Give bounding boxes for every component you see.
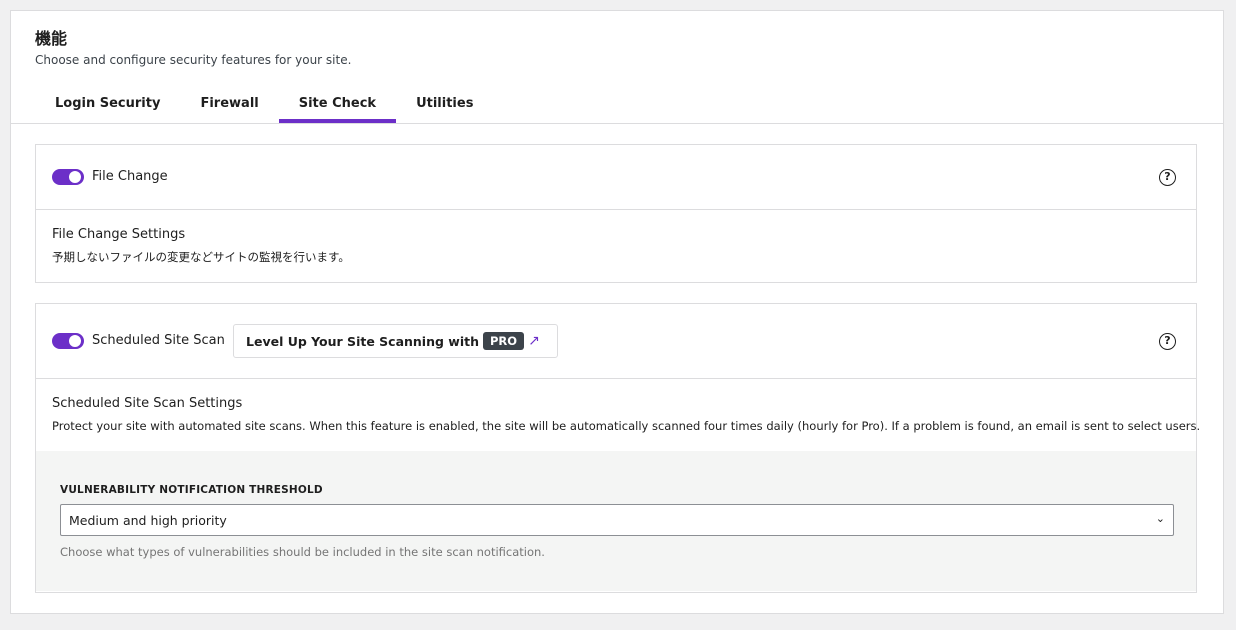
tab-firewall[interactable]: Firewall bbox=[180, 91, 278, 123]
scheduled-scan-label: Scheduled Site Scan bbox=[92, 333, 225, 348]
tab-utilities[interactable]: Utilities bbox=[396, 91, 493, 123]
threshold-section: VULNERABILITY NOTIFICATION THRESHOLD Med… bbox=[36, 451, 1196, 591]
toggle-knob bbox=[69, 171, 81, 183]
tab-divider bbox=[11, 123, 1223, 124]
threshold-select[interactable]: Medium and high priority ⌄ bbox=[60, 504, 1174, 536]
scheduled-scan-settings: Scheduled Site Scan Settings Protect you… bbox=[36, 379, 1201, 450]
features-panel: 機能 Choose and configure security feature… bbox=[10, 10, 1224, 614]
tab-login-security[interactable]: Login Security bbox=[35, 91, 180, 123]
tab-site-check[interactable]: Site Check bbox=[278, 91, 397, 123]
chevron-down-icon: ⌄ bbox=[1155, 512, 1165, 525]
question-circle-icon[interactable]: ? bbox=[1159, 333, 1176, 350]
toggle-knob bbox=[69, 335, 81, 347]
promo-text: Level Up Your Site Scanning with bbox=[246, 333, 479, 349]
file-change-settings-title: File Change Settings bbox=[52, 227, 186, 242]
file-change-settings: File Change Settings 予期しないファイルの変更などサイトの監… bbox=[36, 210, 1196, 281]
file-change-settings-desc: 予期しないファイルの変更などサイトの監視を行います。 bbox=[52, 250, 350, 264]
scheduled-scan-card: Scheduled Site Scan Level Up Your Site S… bbox=[35, 303, 1201, 593]
page-title: 機能 bbox=[35, 29, 68, 48]
pro-upgrade-link[interactable]: Level Up Your Site Scanning with PRO ↗ bbox=[233, 324, 558, 358]
file-change-label: File Change bbox=[92, 169, 168, 184]
scheduled-scan-settings-desc: Protect your site with automated site sc… bbox=[52, 419, 1201, 433]
pro-badge: PRO bbox=[483, 332, 525, 350]
threshold-select-value: Medium and high priority bbox=[69, 513, 227, 528]
threshold-label: VULNERABILITY NOTIFICATION THRESHOLD bbox=[60, 484, 323, 496]
scheduled-scan-header: Scheduled Site Scan Level Up Your Site S… bbox=[36, 304, 1196, 379]
file-change-card: File Change ? File Change Settings 予期しない… bbox=[35, 144, 1197, 283]
external-arrow-icon: ↗ bbox=[528, 333, 540, 349]
tab-bar: Login Security Firewall Site Check Utili… bbox=[35, 91, 493, 123]
threshold-help-text: Choose what types of vulnerabilities sho… bbox=[60, 545, 545, 559]
file-change-header: File Change ? bbox=[36, 145, 1196, 210]
file-change-toggle[interactable] bbox=[52, 169, 84, 185]
scheduled-scan-toggle[interactable] bbox=[52, 333, 84, 349]
scheduled-scan-settings-title: Scheduled Site Scan Settings bbox=[52, 396, 243, 411]
page-header: 機能 Choose and configure security feature… bbox=[35, 29, 351, 67]
question-circle-icon[interactable]: ? bbox=[1159, 169, 1176, 186]
page-subtitle: Choose and configure security features f… bbox=[35, 53, 352, 67]
